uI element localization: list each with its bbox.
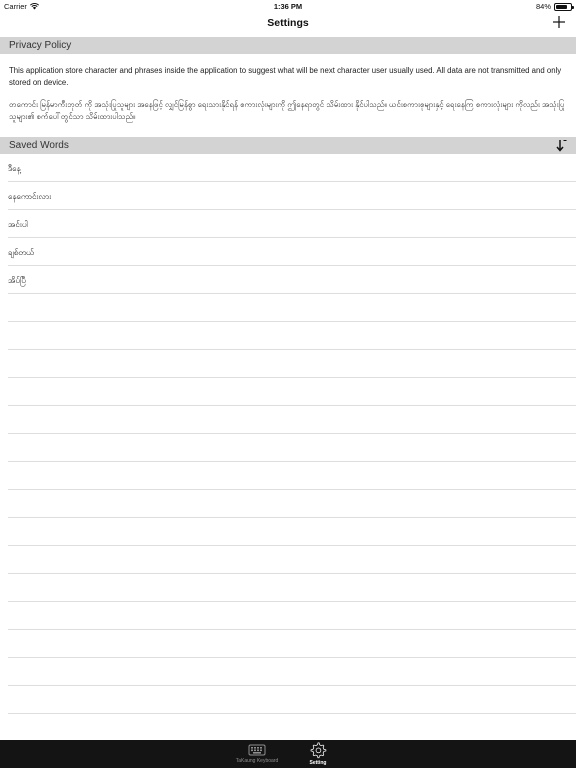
list-item[interactable]: ချစ်တယ် [8, 238, 576, 266]
tab-bar: TaKaung Keyboard Setting [0, 740, 576, 768]
empty-row [8, 322, 576, 350]
empty-row [8, 574, 576, 602]
tab-takaung-keyboard[interactable]: TaKaung Keyboard [227, 740, 287, 768]
list-item[interactable]: နေကောင်းလား [8, 182, 576, 210]
empty-row [8, 686, 576, 714]
empty-row [8, 546, 576, 574]
tab-label: TaKaung Keyboard [235, 758, 279, 764]
privacy-myanmar-text: တကောင်း မြန်မာကီးဘုတ် ကို အသုံးပြုသူများ… [9, 100, 565, 121]
gear-icon [310, 742, 327, 759]
list-item[interactable]: အင်းပါ [8, 210, 576, 238]
empty-row [8, 406, 576, 434]
empty-row [8, 434, 576, 462]
list-item[interactable]: ဒီနေ့ [8, 154, 576, 182]
saved-word-label: အင်းပါ [8, 220, 28, 229]
empty-row [8, 630, 576, 658]
empty-row [8, 490, 576, 518]
saved-words-header: Saved Words [0, 137, 576, 154]
battery-percent: 84% [535, 2, 551, 11]
tab-setting[interactable]: Setting [288, 740, 348, 768]
sort-down-icon[interactable] [554, 138, 568, 152]
saved-words-list: ဒီနေ့ နေကောင်းလား အင်းပါ ချစ်တယ် အိပ်ပြီ [0, 154, 576, 714]
navigation-bar: Settings [0, 12, 576, 36]
privacy-policy-header: Privacy Policy [0, 37, 576, 54]
status-right: 84% [535, 2, 574, 11]
list-item[interactable]: အိပ်ပြီ [8, 266, 576, 294]
page-title: Settings [267, 17, 309, 29]
empty-row [8, 518, 576, 546]
plus-icon[interactable] [552, 15, 566, 29]
saved-word-label: ချစ်တယ် [8, 248, 34, 257]
battery-icon [554, 2, 574, 11]
empty-row [8, 602, 576, 630]
empty-row [8, 462, 576, 490]
empty-row [8, 294, 576, 322]
status-time: 1:36 PM [273, 2, 303, 11]
empty-row [8, 658, 576, 686]
saved-word-label: နေကောင်းလား [8, 192, 52, 201]
privacy-policy-title: Privacy Policy [9, 40, 72, 51]
saved-word-label: ဒီနေ့ [8, 164, 21, 173]
tab-label: Setting [309, 760, 327, 766]
keyboard-icon [248, 744, 266, 756]
empty-row [8, 378, 576, 406]
status-bar: Carrier 1:36 PM 84% [0, 0, 576, 12]
privacy-english-text: This application store character and phr… [9, 66, 562, 87]
saved-words-title: Saved Words [9, 140, 69, 151]
empty-row [8, 350, 576, 378]
saved-word-label: အိပ်ပြီ [8, 276, 26, 285]
